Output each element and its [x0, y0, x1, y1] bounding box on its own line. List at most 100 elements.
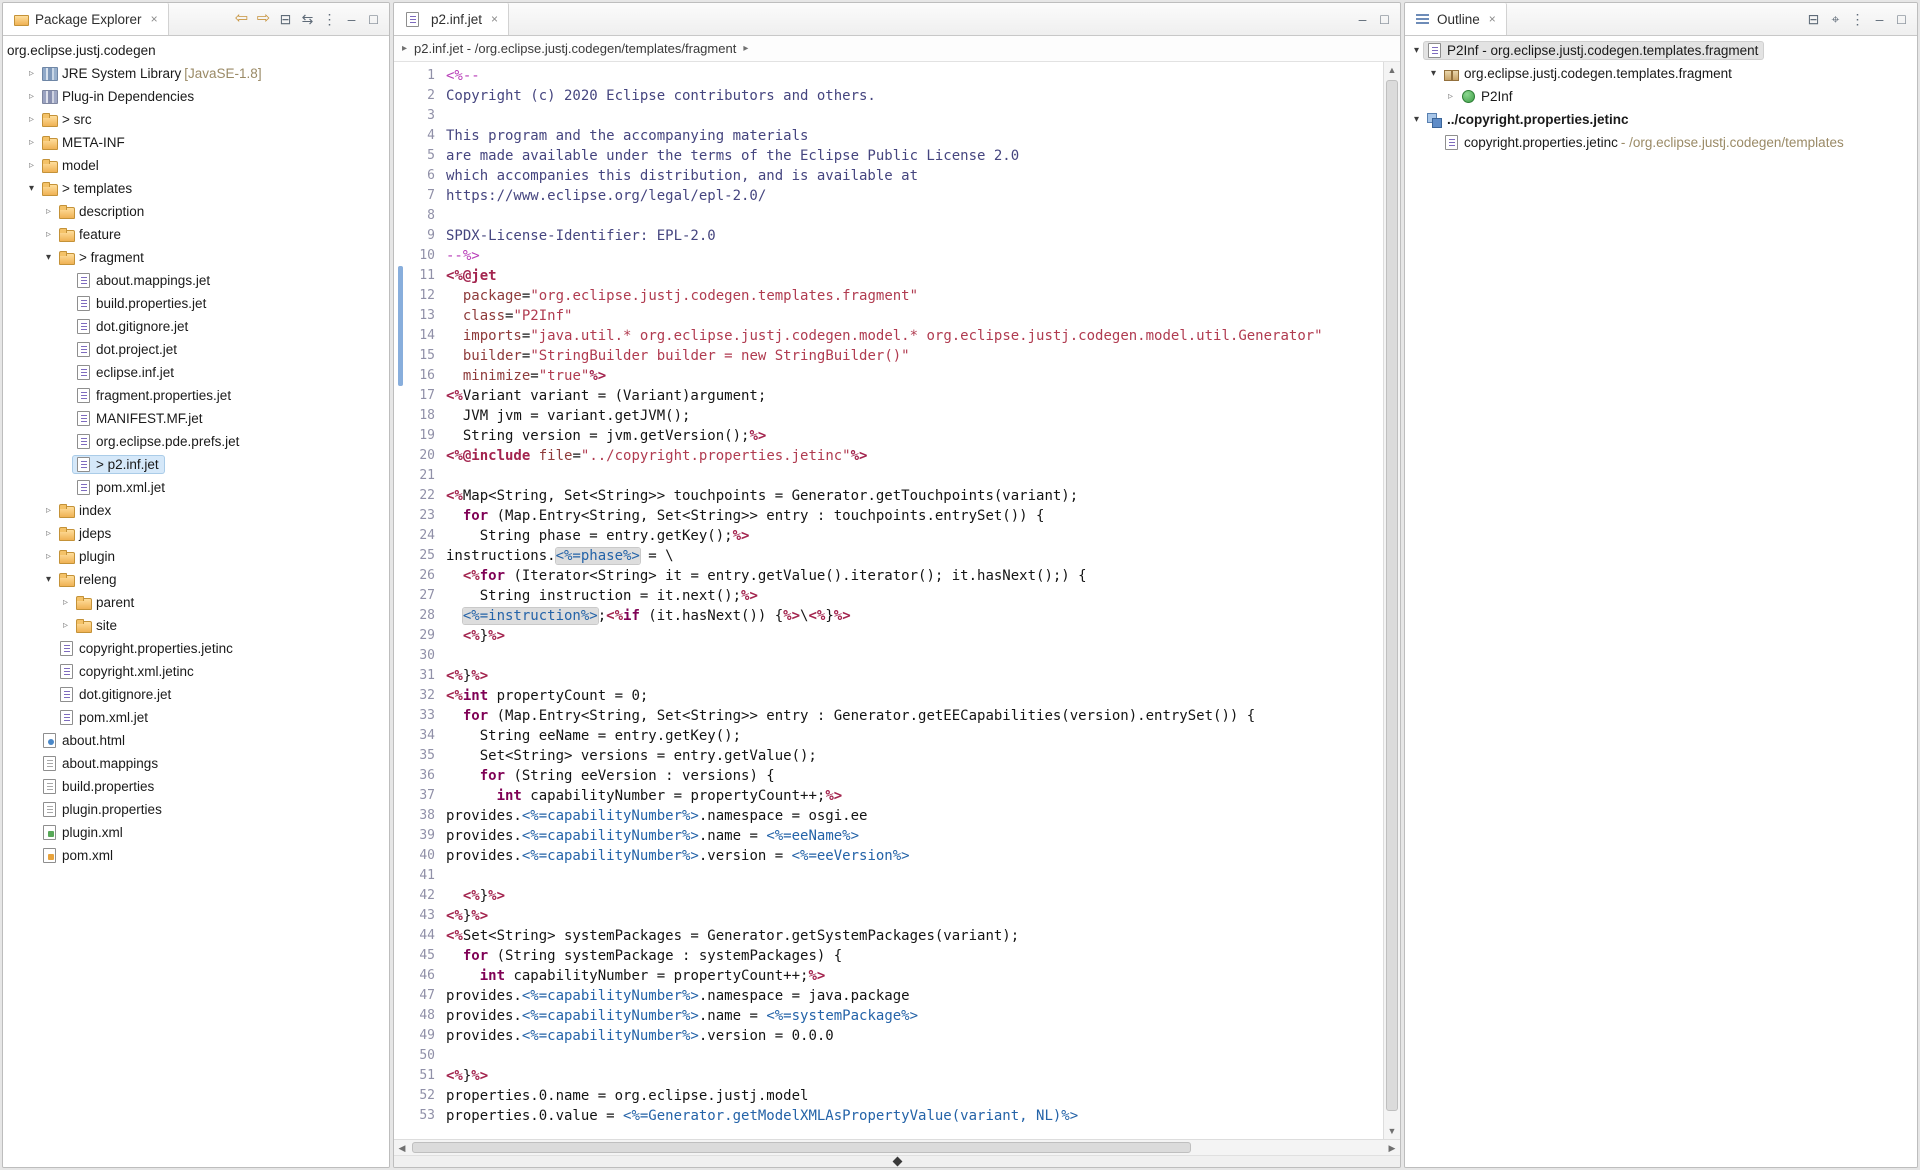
tree-item[interactable]: fragment.properties.jet [3, 384, 389, 407]
tree-item[interactable]: ▹description [3, 200, 389, 223]
code-line-8[interactable]: 8 [408, 206, 1383, 226]
horizontal-scroll-thumb[interactable] [412, 1142, 1191, 1153]
tree-item-content[interactable]: META-INF [39, 134, 130, 151]
tree-item[interactable]: about.mappings [3, 752, 389, 775]
expand-arrow-icon[interactable]: ▹ [41, 528, 56, 539]
tree-item-content[interactable]: plugin.xml [39, 824, 128, 841]
forward-icon[interactable]: ⇨ [254, 10, 273, 28]
code-line-25[interactable]: 25instructions.<%=phase%> = \ [408, 546, 1383, 566]
tree-item[interactable]: org.eclipse.pde.prefs.jet [3, 430, 389, 453]
tree-item[interactable]: build.properties.jet [3, 292, 389, 315]
tree-item-content[interactable]: plugin.properties [39, 801, 167, 818]
tree-item-content[interactable]: > src [39, 111, 97, 128]
code-line-48[interactable]: 48provides.<%=capabilityNumber%>.name = … [408, 1006, 1383, 1026]
tree-item[interactable]: pom.xml.jet [3, 706, 389, 729]
code-line-13[interactable]: 13 class="P2Inf" [408, 306, 1383, 326]
tree-item[interactable]: pom.xml [3, 844, 389, 867]
code-line-50[interactable]: 50 [408, 1046, 1383, 1066]
code-line-43[interactable]: 43<%}%> [408, 906, 1383, 926]
maximize-icon[interactable]: □ [1892, 10, 1911, 28]
code-line-11[interactable]: 11<%@jet [408, 266, 1383, 286]
tree-item-content[interactable]: > fragment [56, 249, 149, 266]
code-line-21[interactable]: 21 [408, 466, 1383, 486]
code-line-31[interactable]: 31<%}%> [408, 666, 1383, 686]
tree-item-content[interactable]: JRE System Library [JavaSE-1.8] [39, 65, 267, 82]
tree-item[interactable]: ▹JRE System Library [JavaSE-1.8] [3, 62, 389, 85]
tree-item[interactable]: build.properties [3, 775, 389, 798]
tree-item-content[interactable]: dot.gitignore.jet [73, 318, 193, 335]
back-icon[interactable]: ⇦ [232, 10, 251, 28]
tree-item[interactable]: ▹> src [3, 108, 389, 131]
code-line-45[interactable]: 45 for (String systemPackage : systemPac… [408, 946, 1383, 966]
scroll-left-icon[interactable]: ◀ [394, 1140, 410, 1156]
breadcrumb[interactable]: p2.inf.jet - /org.eclipse.justj.codegen/… [414, 41, 736, 56]
close-icon[interactable]: × [1489, 12, 1496, 26]
tree-item-content[interactable]: copyright.properties.jetinc [56, 640, 238, 657]
collapse-all-icon[interactable]: ⊟ [276, 10, 295, 28]
code-line-26[interactable]: 26 <%for (Iterator<String> it = entry.ge… [408, 566, 1383, 586]
tree-item-content[interactable]: > p2.inf.jet [73, 456, 164, 473]
maximize-icon[interactable]: □ [1375, 10, 1394, 28]
minimize-icon[interactable]: – [1353, 10, 1372, 28]
tree-item[interactable]: about.mappings.jet [3, 269, 389, 292]
code-line-19[interactable]: 19 String version = jvm.getVersion();%> [408, 426, 1383, 446]
expand-arrow-icon[interactable]: ▹ [41, 505, 56, 516]
tree-item[interactable]: ▹parent [3, 591, 389, 614]
tree-item[interactable]: copyright.properties.jetinc - /org.eclip… [1405, 131, 1917, 154]
code-line-24[interactable]: 24 String phase = entry.getKey();%> [408, 526, 1383, 546]
code-line-29[interactable]: 29 <%}%> [408, 626, 1383, 646]
tree-item[interactable]: ▹site [3, 614, 389, 637]
tree-item[interactable]: ▾> templates [3, 177, 389, 200]
expand-arrow-icon[interactable]: ▹ [1443, 91, 1458, 102]
tree-item[interactable]: copyright.properties.jetinc [3, 637, 389, 660]
code-line-10[interactable]: 10--%> [408, 246, 1383, 266]
tree-item-content[interactable]: MANIFEST.MF.jet [73, 410, 208, 427]
expand-arrow-icon[interactable]: ▹ [41, 206, 56, 217]
package-explorer-tab[interactable]: Package Explorer × [3, 3, 169, 35]
tree-item[interactable]: ▹index [3, 499, 389, 522]
tree-item-content[interactable]: copyright.properties.jetinc - /org.eclip… [1441, 134, 1849, 151]
tree-item-content[interactable]: feature [56, 226, 126, 243]
tree-item[interactable]: ▾org.eclipse.justj.codegen.templates.fra… [1405, 62, 1917, 85]
expand-arrow-icon[interactable]: ▹ [58, 620, 73, 631]
code-line-46[interactable]: 46 int capabilityNumber = propertyCount+… [408, 966, 1383, 986]
tree-item[interactable]: ▾> fragment [3, 246, 389, 269]
code-line-27[interactable]: 27 String instruction = it.next();%> [408, 586, 1383, 606]
expand-arrow-icon[interactable]: ▹ [41, 229, 56, 240]
expand-arrow-icon[interactable]: ▹ [24, 137, 39, 148]
tree-item[interactable]: ▾releng [3, 568, 389, 591]
tree-item[interactable]: eclipse.inf.jet [3, 361, 389, 384]
focus-icon[interactable]: ⌖ [1826, 10, 1845, 28]
code-line-33[interactable]: 33 for (Map.Entry<String, Set<String>> e… [408, 706, 1383, 726]
code-line-12[interactable]: 12 package="org.eclipse.justj.codegen.te… [408, 286, 1383, 306]
code-line-37[interactable]: 37 int capabilityNumber = propertyCount+… [408, 786, 1383, 806]
tree-item[interactable]: dot.gitignore.jet [3, 683, 389, 706]
expand-arrow-icon[interactable]: ▹ [24, 68, 39, 79]
code-line-41[interactable]: 41 [408, 866, 1383, 886]
tree-item[interactable]: ▹META-INF [3, 131, 389, 154]
code-line-15[interactable]: 15 builder="StringBuilder builder = new … [408, 346, 1383, 366]
outline-tab[interactable]: Outline × [1405, 3, 1507, 35]
close-icon[interactable]: × [491, 12, 498, 26]
breadcrumb-toggle-icon[interactable]: ▸ [402, 43, 407, 54]
tree-item-content[interactable]: build.properties.jet [73, 295, 211, 312]
tree-item[interactable]: ▹feature [3, 223, 389, 246]
code-line-20[interactable]: 20<%@include file="../copyright.properti… [408, 446, 1383, 466]
tree-item-content[interactable]: index [56, 502, 116, 519]
tree-item-content[interactable]: dot.gitignore.jet [56, 686, 176, 703]
tree-item[interactable]: pom.xml.jet [3, 476, 389, 499]
tree-item[interactable]: copyright.xml.jetinc [3, 660, 389, 683]
tree-item-content[interactable]: eclipse.inf.jet [73, 364, 179, 381]
code-line-17[interactable]: 17<%Variant variant = (Variant)argument; [408, 386, 1383, 406]
collapse-arrow-icon[interactable]: ▾ [1409, 45, 1424, 56]
expand-arrow-icon[interactable]: ▹ [58, 597, 73, 608]
code-line-42[interactable]: 42 <%}%> [408, 886, 1383, 906]
tree-item-content[interactable]: about.html [39, 732, 130, 749]
code-line-34[interactable]: 34 String eeName = entry.getKey(); [408, 726, 1383, 746]
code-line-52[interactable]: 52properties.0.name = org.eclipse.justj.… [408, 1086, 1383, 1106]
code-line-14[interactable]: 14 imports="java.util.* org.eclipse.just… [408, 326, 1383, 346]
expand-arrow-icon[interactable]: ▹ [24, 114, 39, 125]
tree-item[interactable]: MANIFEST.MF.jet [3, 407, 389, 430]
tree-item[interactable]: plugin.xml [3, 821, 389, 844]
horizontal-scrollbar[interactable]: ◀ ▶ [394, 1139, 1400, 1155]
